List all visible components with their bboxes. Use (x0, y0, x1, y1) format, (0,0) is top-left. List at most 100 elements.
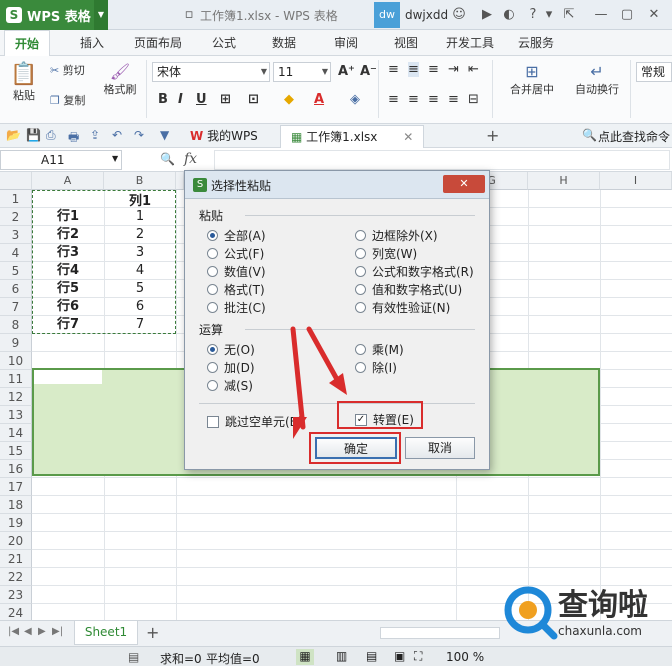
app-menu-button[interactable]: S WPS 表格 ▼ (0, 0, 108, 30)
tab-workbook[interactable]: ▦ 工作簿1.xlsx ✕ (280, 125, 425, 148)
chevron-down-icon[interactable]: ▼ (160, 128, 169, 142)
copy-button[interactable]: ❐ 复制 (50, 92, 85, 108)
cell-b1[interactable]: 列1 (104, 190, 176, 209)
name-box[interactable]: A11 (0, 150, 122, 170)
row-header[interactable]: 4 (0, 244, 32, 262)
bold-button[interactable]: B (158, 92, 168, 107)
last-sheet-icon[interactable]: ▶| (52, 626, 63, 637)
align-left-icon[interactable]: ≡ (388, 92, 399, 107)
avatar[interactable]: dw (374, 2, 400, 28)
row-header[interactable]: 18 (0, 496, 32, 514)
zoom-icon[interactable]: 🔍 (160, 152, 175, 166)
wrap-text-button[interactable]: ↵ 自动换行 (568, 62, 626, 97)
cell-b[interactable]: 6 (104, 298, 176, 316)
page-break-icon[interactable]: ▤ (366, 649, 377, 663)
cut-button[interactable]: ✂ 剪切 (50, 62, 85, 78)
format-painter-button[interactable]: 🖌 格式刷 (102, 62, 138, 97)
tab-insert[interactable]: 插入 (80, 30, 104, 56)
cell-a[interactable]: 行2 (32, 226, 104, 244)
distribute-icon[interactable]: ⊟ (468, 92, 479, 107)
row-header[interactable]: 12 (0, 388, 32, 406)
zoom-level[interactable]: 100 % (446, 650, 484, 664)
radio-op-divide[interactable]: 除(I) (355, 359, 397, 376)
row-header[interactable]: 7 (0, 298, 32, 316)
reading-mode-icon[interactable]: ▣ (394, 649, 405, 663)
row-header[interactable]: 6 (0, 280, 32, 298)
folder-icon[interactable]: 📂 (6, 128, 21, 142)
increase-font-icon[interactable]: A⁺ (338, 64, 355, 79)
close-icon[interactable]: ✕ (443, 175, 485, 193)
column-header-i[interactable]: I (600, 172, 672, 190)
align-top-icon[interactable]: ≡ (388, 62, 399, 77)
cell-b[interactable]: 5 (104, 280, 176, 298)
row-header[interactable]: 24 (0, 604, 32, 620)
radio-paste-values-number-formats[interactable]: 值和数字格式(U) (355, 281, 462, 298)
share-icon[interactable]: ▶ (478, 6, 496, 24)
cell-b[interactable]: 2 (104, 226, 176, 244)
active-cell[interactable] (34, 370, 102, 384)
cell-b[interactable]: 3 (104, 244, 176, 262)
cloud-icon[interactable]: ◐ (500, 6, 518, 24)
select-all-corner[interactable] (0, 172, 32, 190)
merge-center-button[interactable]: ⊞ 合并居中 (500, 62, 564, 97)
outdent-icon[interactable]: ⇤ (468, 62, 479, 77)
add-sheet-icon[interactable]: + (146, 623, 159, 642)
underline-button[interactable]: U (196, 92, 207, 107)
row-header[interactable]: 14 (0, 424, 32, 442)
page-layout-icon[interactable]: ▥ (336, 649, 347, 663)
skin-icon[interactable]: ☺ (450, 6, 468, 24)
row-header[interactable]: 10 (0, 352, 32, 370)
tab-review[interactable]: 审阅 (334, 30, 358, 56)
border-icon[interactable]: ⊞ (220, 92, 231, 107)
align-center-icon[interactable]: ≡ (408, 92, 419, 107)
row-header[interactable]: 9 (0, 334, 32, 352)
row-header[interactable]: 1 (0, 190, 32, 208)
maximize-icon[interactable]: ▢ (618, 6, 636, 24)
function-icon[interactable]: fx (184, 151, 197, 167)
print-icon[interactable]: 🖶 (68, 128, 79, 149)
row-header[interactable]: 20 (0, 532, 32, 550)
undo-icon[interactable]: ↶ (112, 128, 122, 142)
tab-my-wps[interactable]: W 我的WPS (180, 125, 268, 148)
radio-op-multiply[interactable]: 乘(M) (355, 341, 404, 358)
next-sheet-icon[interactable]: ▶ (38, 626, 46, 637)
merge-grid-icon[interactable]: ⊡ (248, 92, 259, 107)
align-bottom-icon[interactable]: ≡ (428, 62, 439, 77)
radio-op-add[interactable]: 加(D) (207, 359, 255, 376)
row-header[interactable]: 11 (0, 370, 32, 388)
radio-paste-formulas-number-formats[interactable]: 公式和数字格式(R) (355, 263, 474, 280)
cell-a[interactable]: 行5 (32, 280, 104, 298)
tab-formulas[interactable]: 公式 (212, 30, 236, 56)
cell-a[interactable]: 行4 (32, 262, 104, 280)
command-search[interactable]: 点此查找命令 (598, 128, 670, 145)
column-header-a[interactable]: A (32, 172, 104, 190)
number-format-select[interactable]: 常规 (636, 62, 672, 82)
column-header-c[interactable] (176, 172, 184, 190)
minimize-icon[interactable]: — (592, 6, 610, 24)
font-color-icon[interactable]: A (314, 92, 324, 107)
sheet-tab-sheet1[interactable]: Sheet1 (74, 621, 138, 645)
row-header[interactable]: 5 (0, 262, 32, 280)
fullscreen-icon[interactable]: ⛶ (414, 649, 422, 664)
radio-paste-column-widths[interactable]: 列宽(W) (355, 245, 417, 262)
radio-paste-comments[interactable]: 批注(C) (207, 299, 266, 316)
tab-view[interactable]: 视图 (394, 30, 418, 56)
first-sheet-icon[interactable]: |◀ (8, 626, 19, 637)
close-icon[interactable]: ✕ (645, 6, 663, 24)
print-preview-icon[interactable]: ⎙ (46, 128, 56, 143)
italic-button[interactable]: I (178, 92, 183, 107)
chevron-down-icon[interactable]: ▼ (112, 154, 118, 163)
indent-icon[interactable]: ⇥ (448, 62, 459, 77)
cell-a[interactable]: 行6 (32, 298, 104, 316)
redo-icon[interactable]: ↷ (134, 128, 144, 142)
export-icon[interactable]: ⇪ (90, 128, 100, 142)
column-header-h[interactable]: H (528, 172, 600, 190)
formula-input[interactable] (214, 150, 670, 170)
restore-ribbon-icon[interactable]: ⇱ (560, 6, 578, 24)
more-icon[interactable]: ▾ (540, 6, 558, 24)
font-size-select[interactable]: 11 ▼ (273, 62, 331, 82)
row-header[interactable]: 3 (0, 226, 32, 244)
tab-data[interactable]: 数据 (272, 30, 296, 56)
align-middle-icon[interactable]: ≡ (408, 62, 419, 77)
user-name[interactable]: dwjxdd (405, 8, 448, 22)
